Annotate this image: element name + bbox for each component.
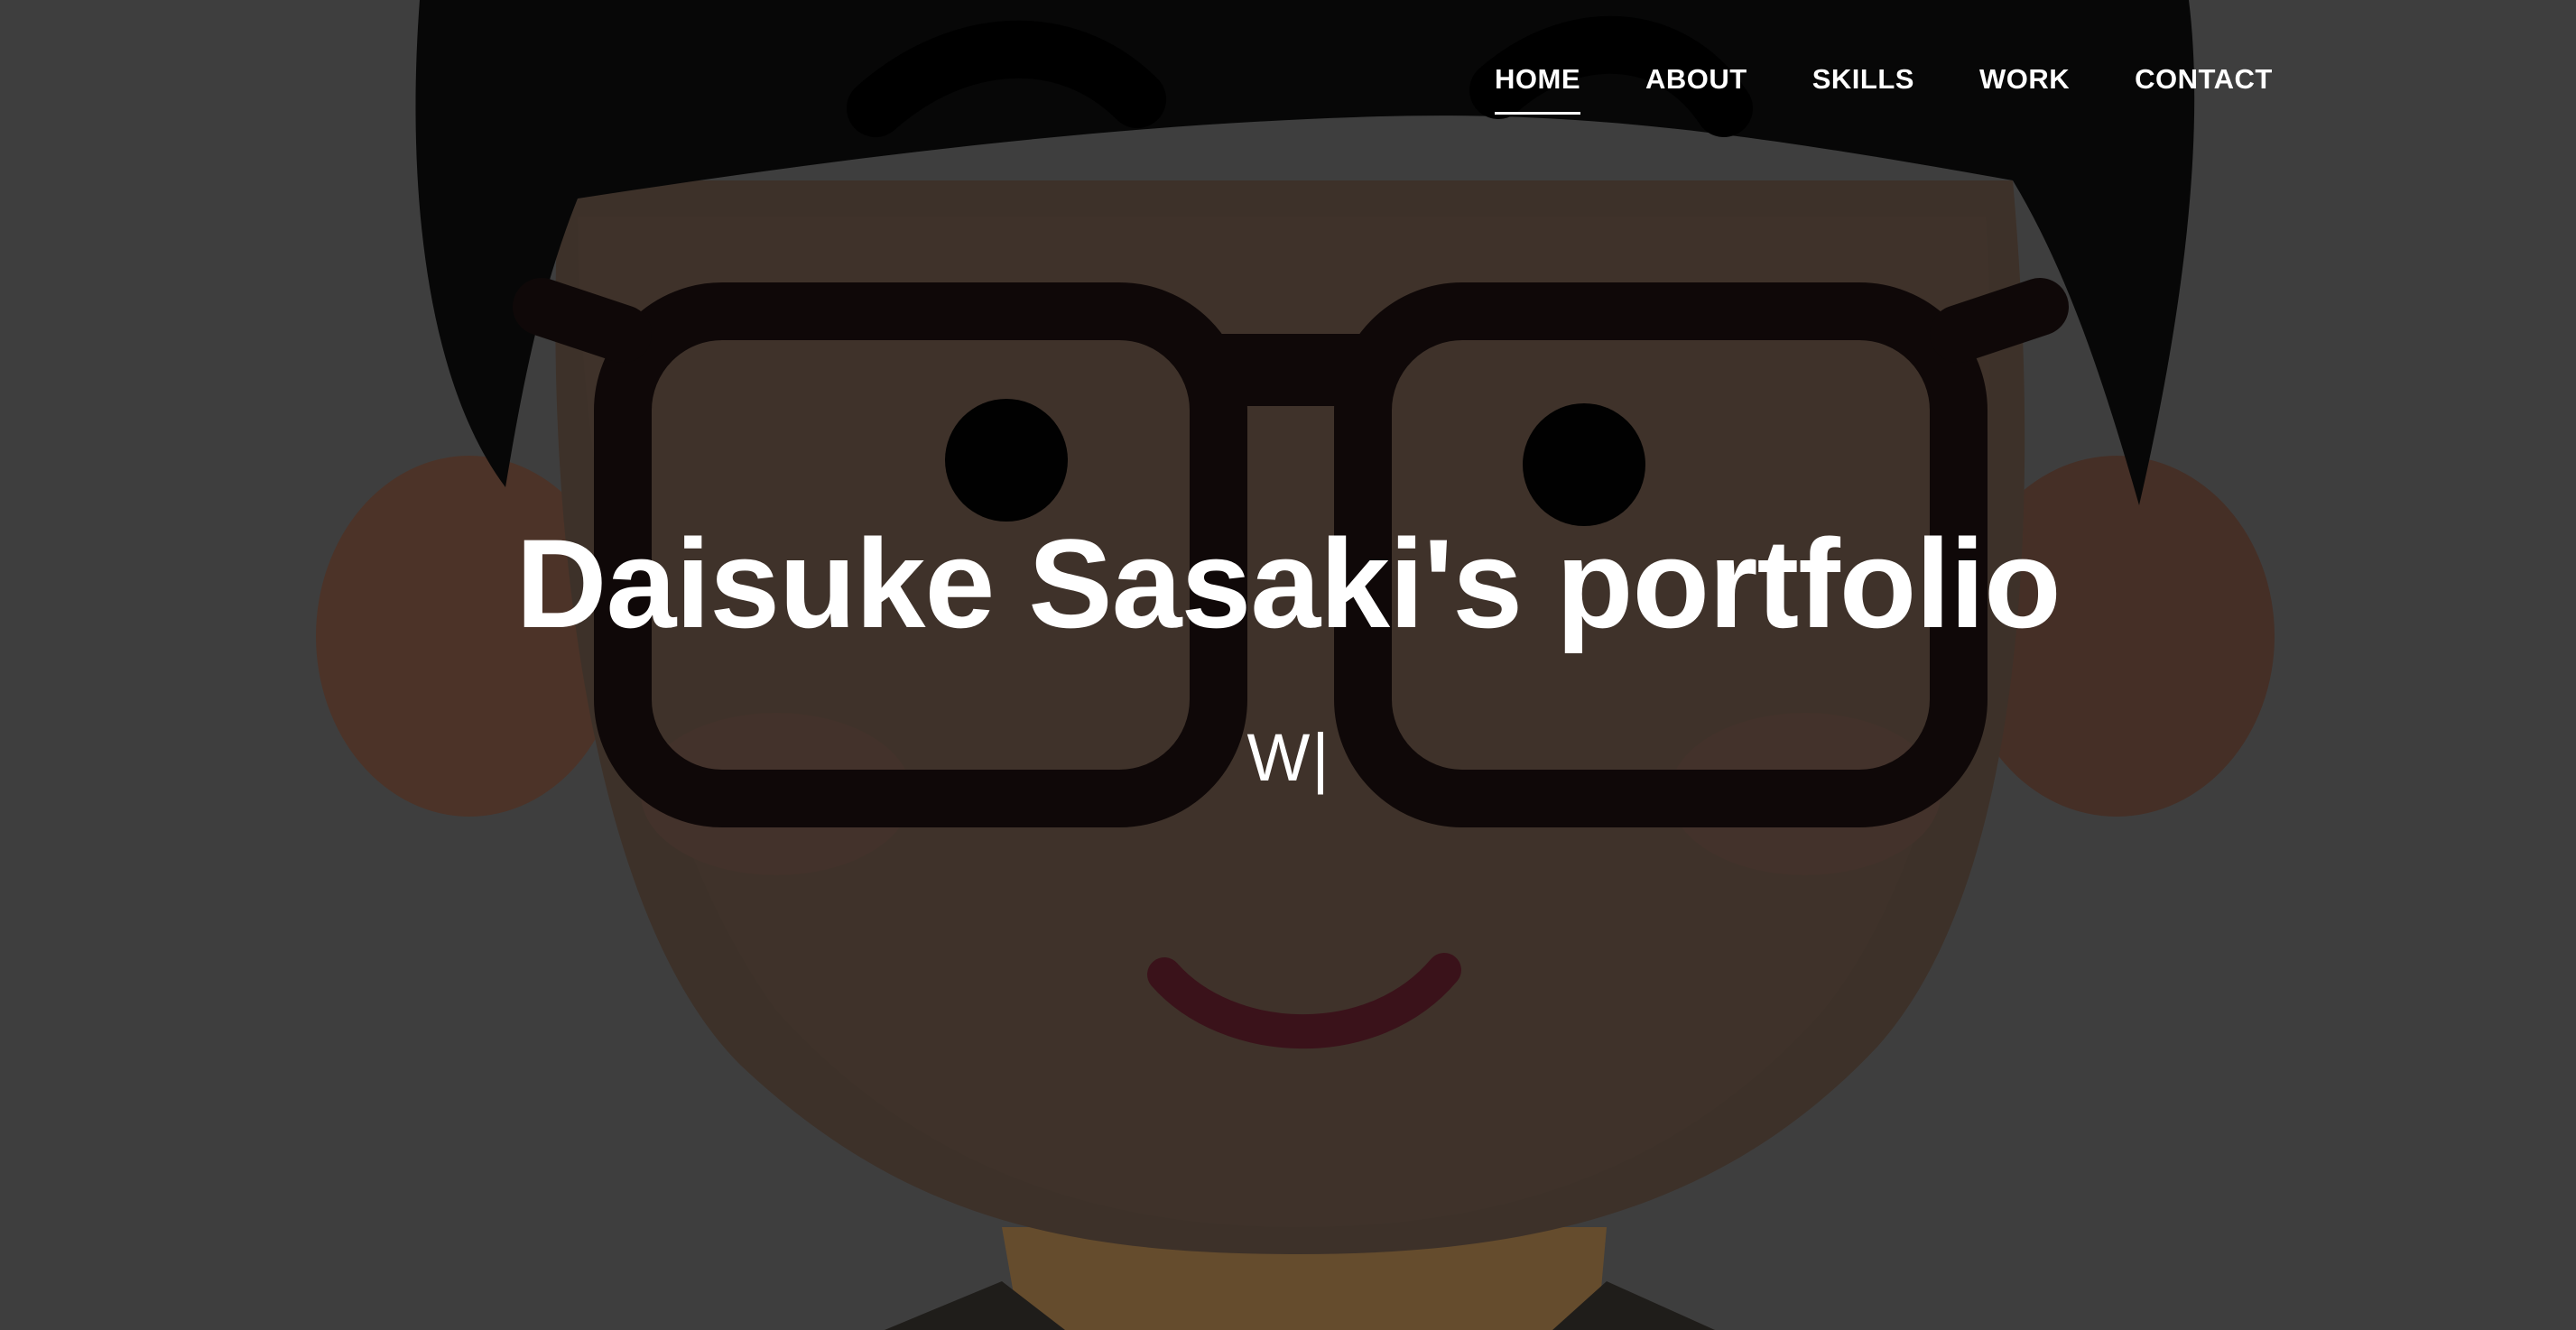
nav-link-skills[interactable]: SKILLS xyxy=(1812,60,1914,99)
typed-text: W xyxy=(1246,720,1311,795)
hero-title: Daisuke Sasaki's portfolio xyxy=(515,513,2061,654)
hero-section: HOME ABOUT SKILLS WORK CONTACT Daisuke S… xyxy=(0,0,2576,1330)
typing-subtitle: W| xyxy=(0,717,2576,799)
nav-link-work[interactable]: WORK xyxy=(1979,60,2070,99)
hero-background-illustration xyxy=(316,0,2275,1330)
main-navigation: HOME ABOUT SKILLS WORK CONTACT xyxy=(1495,60,2273,123)
nav-link-home[interactable]: HOME xyxy=(1495,60,1580,115)
nav-link-about[interactable]: ABOUT xyxy=(1645,60,1747,99)
nav-link-contact[interactable]: CONTACT xyxy=(2135,60,2273,99)
typing-cursor: | xyxy=(1311,720,1330,795)
